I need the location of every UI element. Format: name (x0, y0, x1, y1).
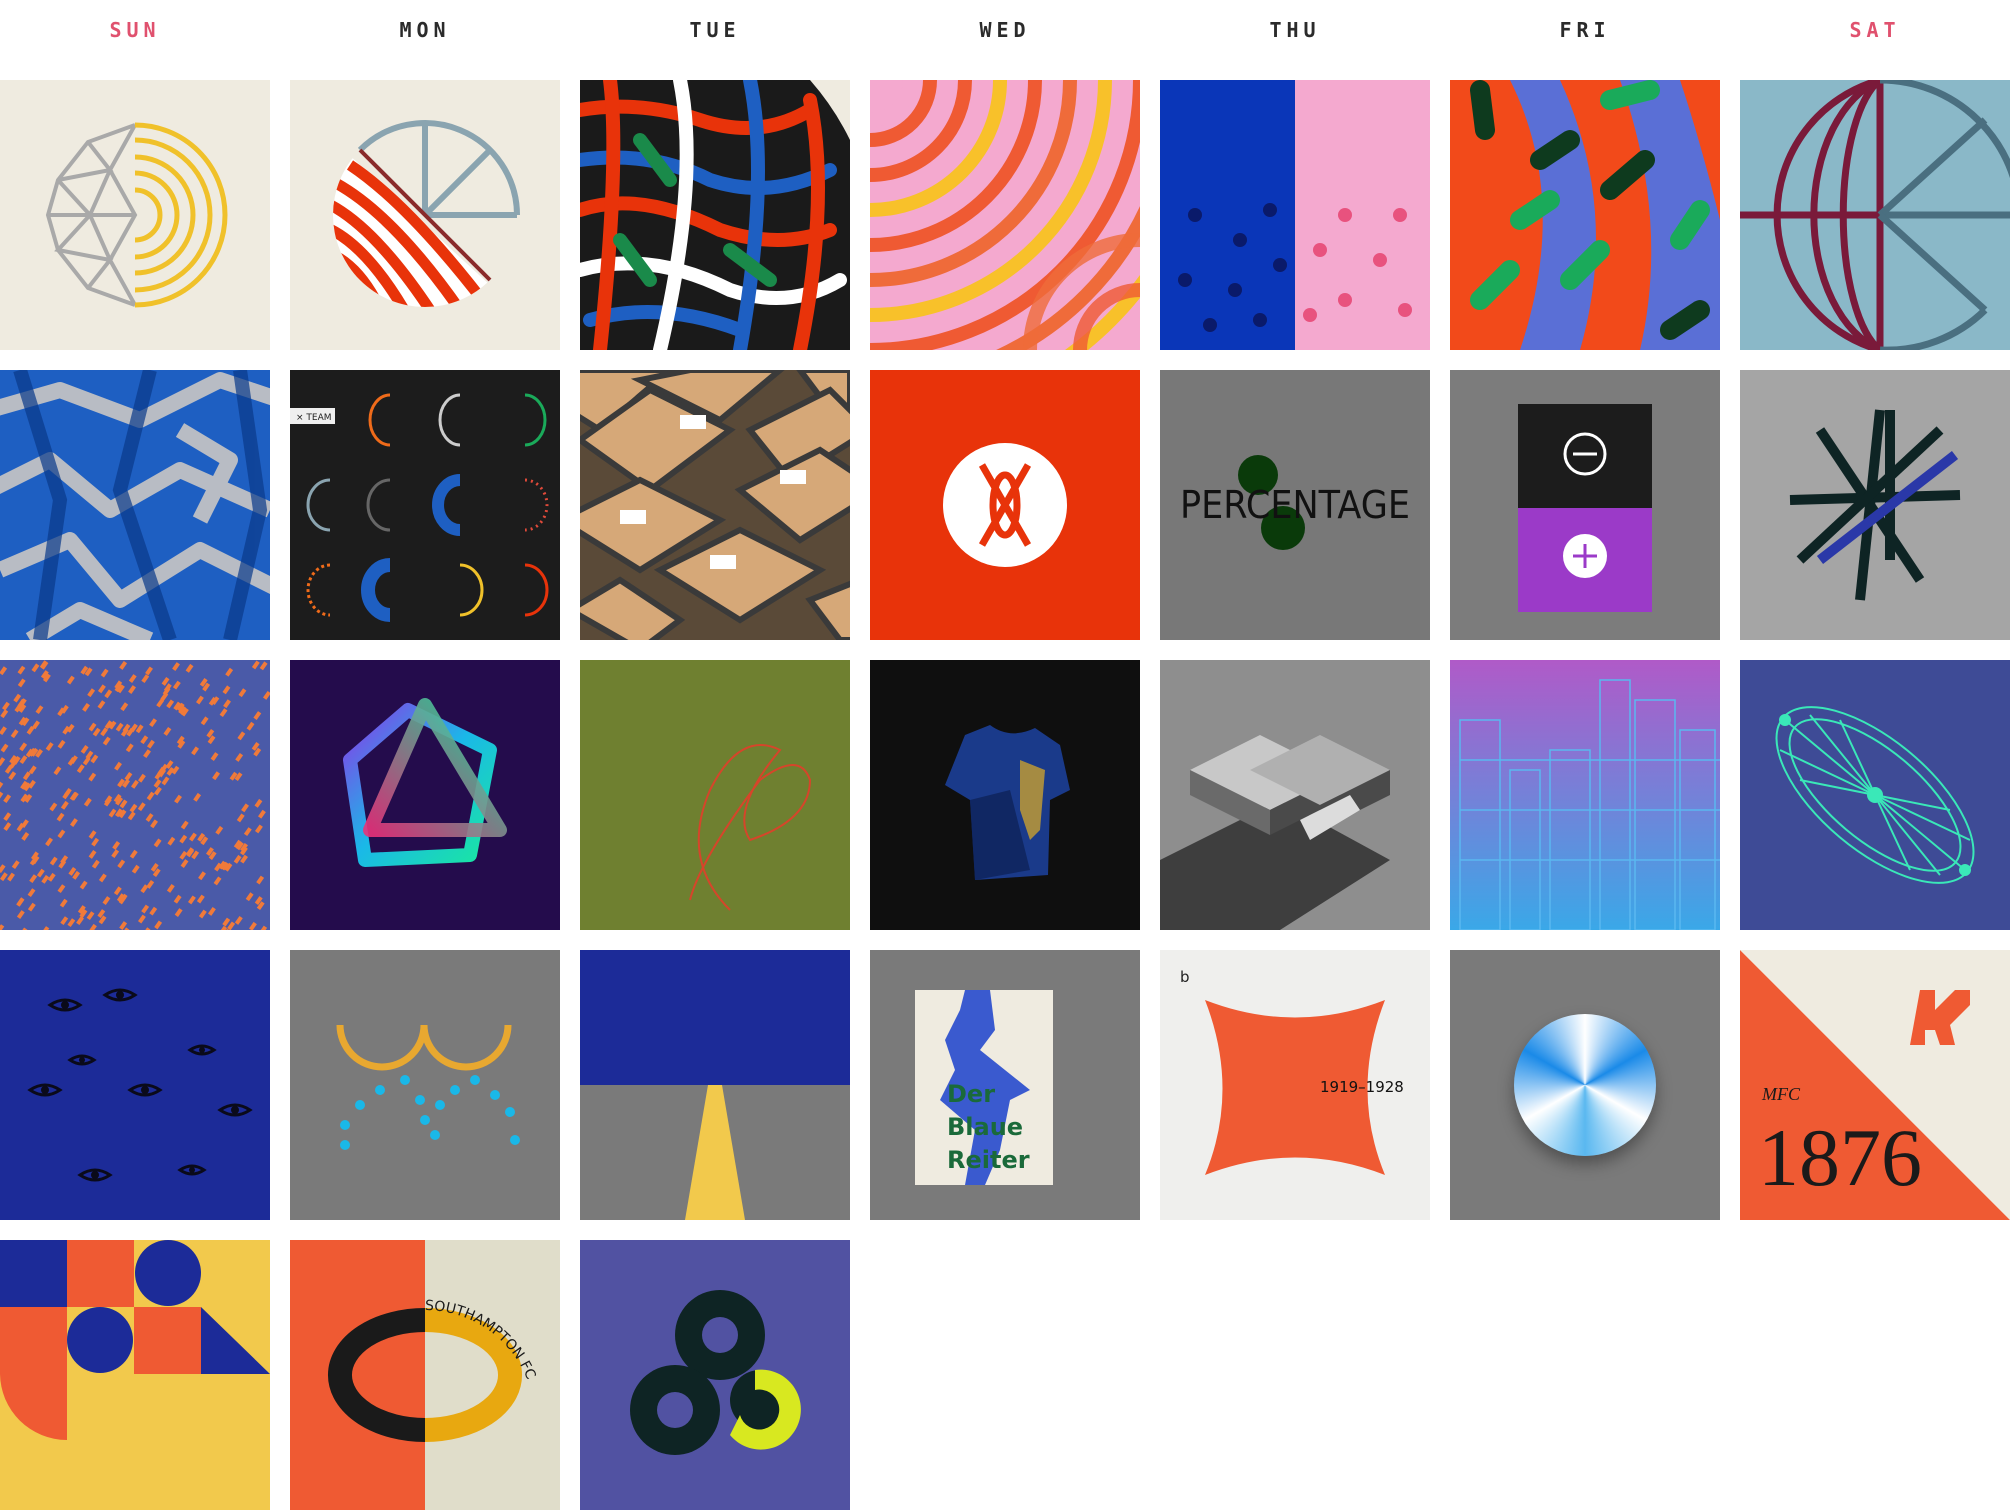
tile-bauhaus-star[interactable]: b 1919–1928 (1160, 950, 1430, 1220)
day-header-sun: SUN (109, 18, 161, 42)
day-header-mon: MON (399, 18, 451, 42)
tile-conic-disc[interactable] (1450, 950, 1720, 1220)
tile-percentage-word[interactable]: PERCENTAGE (1160, 370, 1430, 640)
tile-double-arcs-and-dots[interactable] (290, 950, 560, 1220)
tile-gradient-pentagram[interactable] (290, 660, 560, 930)
tile-der-blaue-reiter-poster[interactable]: Der Blaue Reiter (870, 950, 1140, 1220)
svg-text:MFC: MFC (1761, 1084, 1801, 1104)
svg-text:b: b (1180, 968, 1190, 986)
tile-pills-and-diagonal-stripes[interactable] (1450, 80, 1720, 350)
svg-text:Reiter: Reiter (947, 1146, 1030, 1174)
tile-mfc-1876-crest[interactable]: MFC 1876 (1740, 950, 2010, 1220)
day-header-thu: THU (1269, 18, 1321, 42)
tile-wireframe-skyline[interactable] (1450, 660, 1720, 930)
svg-text:1919–1928: 1919–1928 (1320, 1078, 1404, 1096)
tile-minus-plus-stepper[interactable] (1450, 370, 1720, 640)
tile-southampton-fc-badge[interactable]: SOUTHAMPTON FC (290, 1240, 560, 1510)
svg-text:Der: Der (947, 1080, 995, 1108)
tile-bauhaus-geometric-blocks[interactable] (0, 1240, 270, 1510)
tile-london-eye-wireframe[interactable] (1740, 660, 2010, 930)
day-header-fri: FRI (1559, 18, 1611, 42)
tile-isometric-buildings[interactable] (1160, 660, 1430, 930)
tile-geodesic-dome-sphere[interactable] (0, 80, 270, 350)
day-header-wed: WED (979, 18, 1031, 42)
tile-blue-grey-ribbons[interactable] (0, 370, 270, 640)
tile-x-logo-circle[interactable] (870, 370, 1140, 640)
tile-thin-loop-line[interactable] (580, 660, 850, 930)
tile-wheel-and-waves-circle[interactable] (290, 80, 560, 350)
tile-eyes-pattern[interactable] (0, 950, 270, 1220)
svg-text:1876: 1876 (1758, 1112, 1922, 1203)
tile-concentric-colored-arcs[interactable] (870, 80, 1140, 350)
tile-globe-and-wheel-split[interactable] (1740, 80, 2010, 350)
tile-split-dots-blue-pink[interactable] (1160, 80, 1430, 350)
tile-3d-jersey[interactable] (870, 660, 1140, 930)
svg-text:Blaue: Blaue (947, 1113, 1023, 1141)
tile-trefoil-knot[interactable] (580, 1240, 850, 1510)
tile-asterisk-lines[interactable] (1740, 370, 2010, 640)
tile-rgb-overlap-quarter-arcs[interactable] (580, 80, 850, 350)
tile-isometric-boxes[interactable] (580, 370, 850, 640)
tile-road-horizon[interactable] (580, 950, 850, 1220)
tile-icon-grid-dark[interactable]: × TEAM (290, 370, 560, 640)
svg-text:× TEAM: × TEAM (296, 413, 332, 423)
tile-orange-dashes-pattern[interactable] (0, 660, 270, 930)
day-header-sat: SAT (1849, 18, 1901, 42)
day-header-tue: TUE (689, 18, 741, 42)
svg-text:PERCENTAGE: PERCENTAGE (1180, 483, 1410, 527)
